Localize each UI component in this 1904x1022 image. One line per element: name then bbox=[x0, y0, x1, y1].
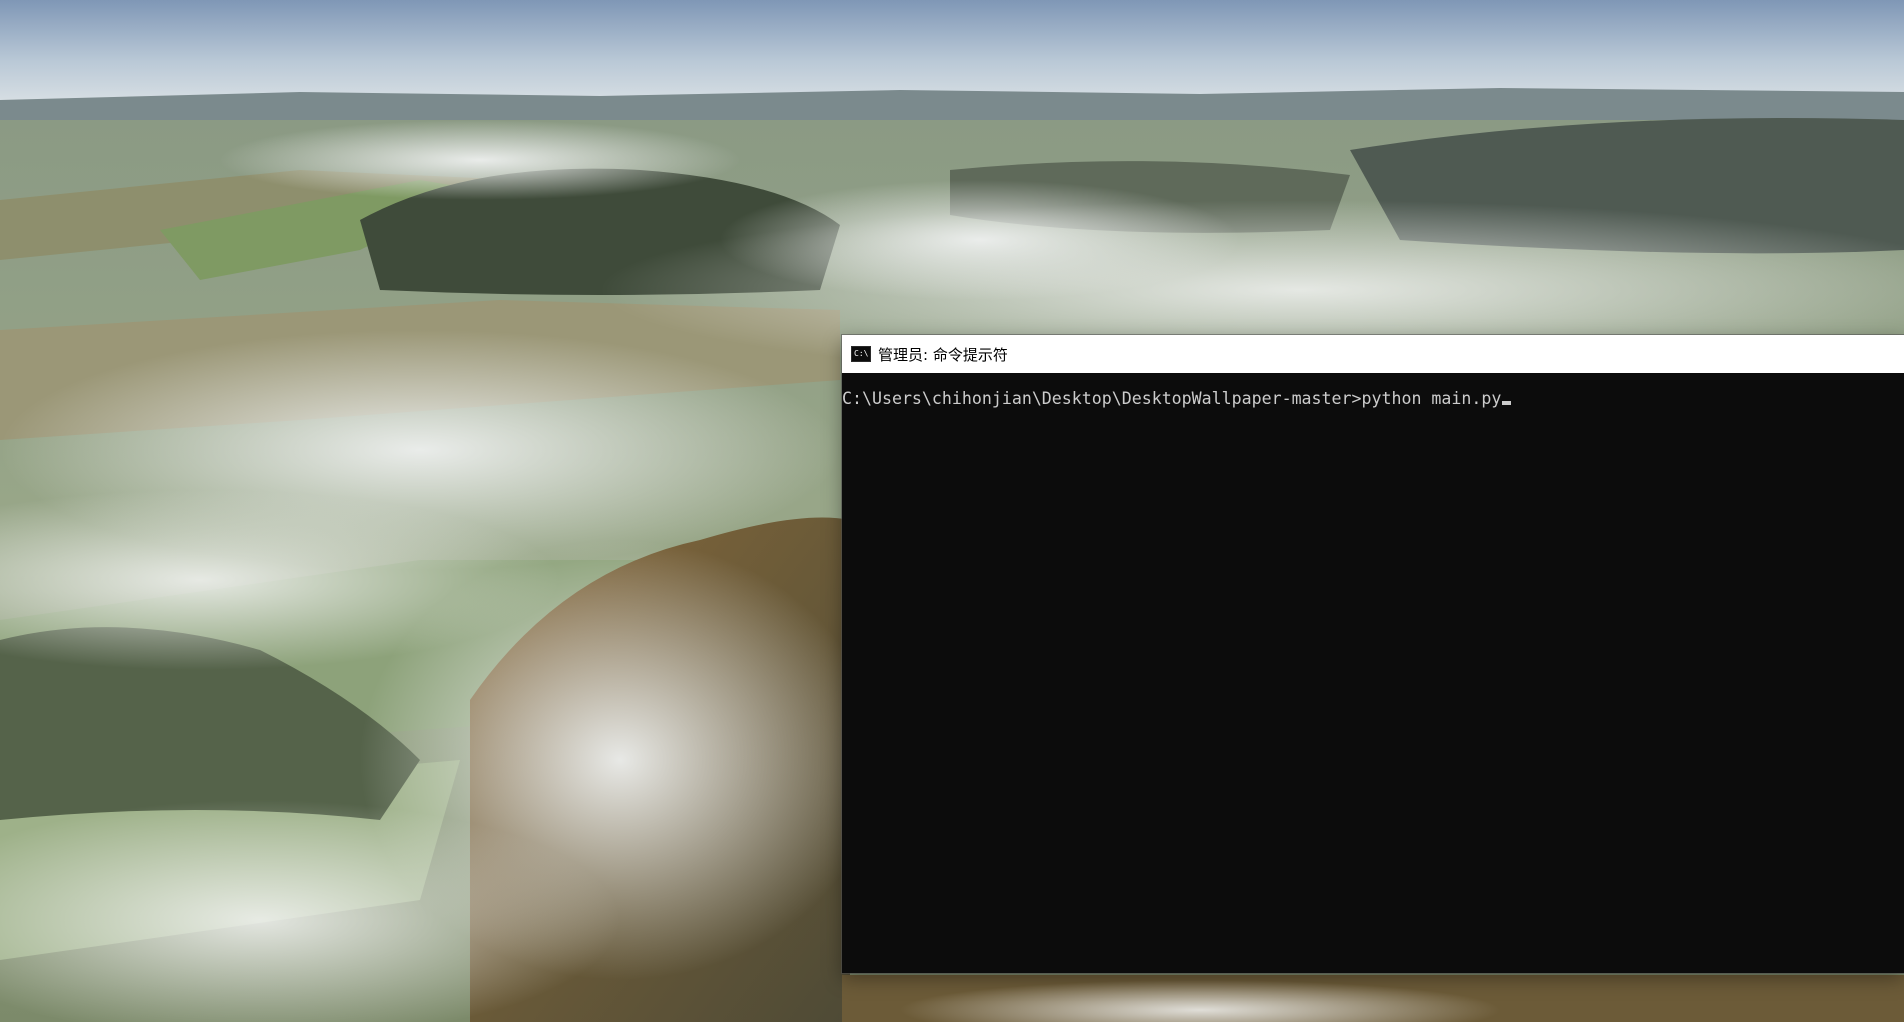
command-prompt-window[interactable]: C:\ 管理员: 命令提示符 C:\Users\chihonjian\Deskt… bbox=[842, 335, 1904, 973]
desktop[interactable]: C:\ 管理员: 命令提示符 C:\Users\chihonjian\Deskt… bbox=[0, 0, 1904, 1022]
console-command-text: python main.py bbox=[1361, 389, 1502, 408]
window-titlebar[interactable]: C:\ 管理员: 命令提示符 bbox=[842, 335, 1904, 373]
window-title: 管理员: 命令提示符 bbox=[878, 345, 1008, 364]
console-prompt: C:\Users\chihonjian\Desktop\DesktopWallp… bbox=[842, 389, 1362, 408]
console-input-line[interactable]: C:\Users\chihonjian\Desktop\DesktopWallp… bbox=[842, 389, 1512, 408]
text-cursor bbox=[1502, 401, 1512, 405]
cmd-app-icon: C:\ bbox=[851, 346, 871, 362]
console-output-area[interactable]: C:\Users\chihonjian\Desktop\DesktopWallp… bbox=[842, 373, 1904, 973]
